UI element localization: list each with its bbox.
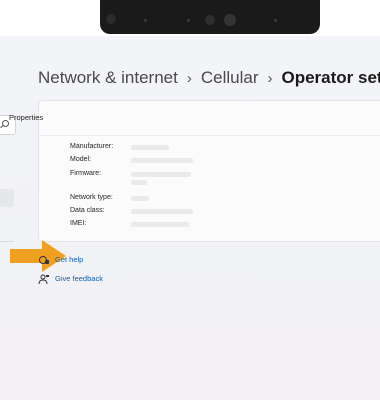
- camera-lens-icon: [224, 14, 236, 26]
- camera-dot-icon: [144, 19, 147, 22]
- settings-window: Network & internet › Cellular › Operator set…: [0, 36, 380, 400]
- get-help-link[interactable]: Get help: [38, 255, 83, 265]
- camera-sensor-icon: [106, 14, 116, 24]
- device-bezel: [0, 0, 380, 36]
- chevron-right-icon: ›: [186, 70, 192, 87]
- properties-header: [39, 101, 380, 136]
- help-icon: [39, 256, 49, 265]
- property-value-data-class: [131, 209, 193, 214]
- property-value-imei: [131, 222, 189, 227]
- property-value-manufacturer: [131, 145, 169, 150]
- search-icon: [2, 120, 9, 127]
- breadcrumb-network-internet[interactable]: Network & internet: [38, 68, 178, 87]
- property-label-data-class: Data class:: [70, 207, 105, 214]
- chevron-right-icon: ›: [267, 70, 273, 87]
- property-label-network-type: Network type:: [70, 194, 113, 201]
- camera-lens-icon: [205, 15, 215, 25]
- properties-title: Properties: [9, 113, 44, 122]
- page-title: Operator setting: [281, 68, 380, 87]
- camera-notch: [100, 0, 320, 34]
- property-value-model: [131, 158, 193, 163]
- property-label-firmware: Firmware:: [70, 170, 102, 177]
- sidebar-item-selected[interactable]: [0, 189, 14, 207]
- property-value-network-type: [131, 196, 149, 201]
- property-label-imei: IMEI:: [70, 220, 87, 227]
- give-feedback-link[interactable]: Give feedback: [38, 274, 103, 285]
- camera-dot-icon: [274, 19, 277, 22]
- property-label-manufacturer: Manufacturer:: [70, 143, 114, 150]
- property-label-model: Model:: [70, 156, 92, 163]
- property-value-firmware-line2: [131, 180, 147, 185]
- get-help-label[interactable]: Get help: [55, 255, 83, 264]
- feedback-icon: [38, 274, 49, 285]
- breadcrumb: Network & internet › Cellular › Operator set…: [38, 68, 380, 88]
- give-feedback-label[interactable]: Give feedback: [55, 274, 103, 283]
- property-value-firmware: [131, 172, 191, 177]
- camera-dot-icon: [187, 19, 190, 22]
- breadcrumb-cellular[interactable]: Cellular: [201, 68, 259, 87]
